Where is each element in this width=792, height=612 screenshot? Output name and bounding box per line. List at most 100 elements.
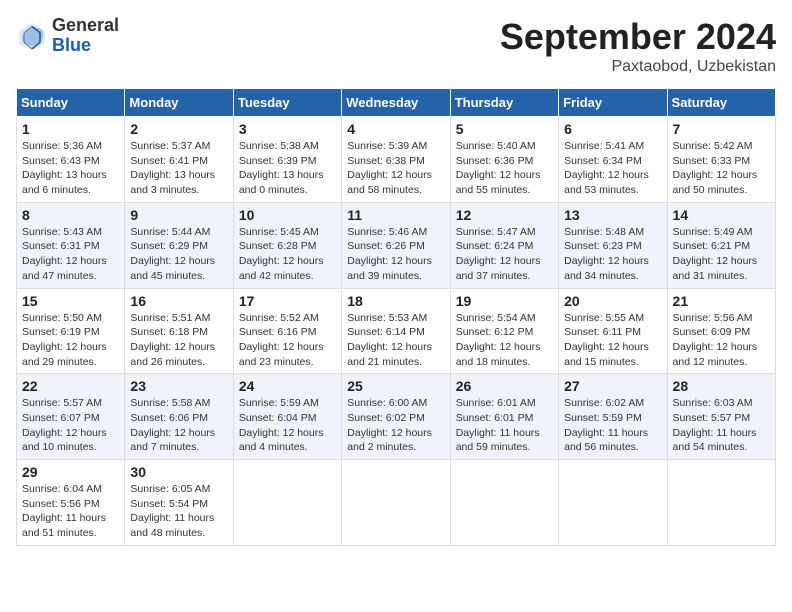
title-area: September 2024 Paxtaobod, Uzbekistan bbox=[500, 16, 776, 76]
day-info: Sunrise: 5:59 AM Sunset: 6:04 PM Dayligh… bbox=[239, 396, 336, 455]
sunrise-text: Sunrise: 5:38 AM bbox=[239, 139, 336, 154]
sunset-text: Sunset: 6:07 PM bbox=[22, 411, 119, 426]
sunset-text: Sunset: 6:41 PM bbox=[130, 154, 227, 169]
header-row: Sunday Monday Tuesday Wednesday Thursday… bbox=[17, 89, 776, 117]
day-number: 30 bbox=[130, 464, 227, 480]
calendar-week-1: 1 Sunrise: 5:36 AM Sunset: 6:43 PM Dayli… bbox=[17, 117, 776, 203]
logo-text: General Blue bbox=[52, 16, 119, 56]
logo-general: General bbox=[52, 16, 119, 36]
day-info: Sunrise: 5:48 AM Sunset: 6:23 PM Dayligh… bbox=[564, 225, 661, 284]
sunset-text: Sunset: 6:06 PM bbox=[130, 411, 227, 426]
sunrise-text: Sunrise: 6:01 AM bbox=[456, 396, 553, 411]
sunset-text: Sunset: 5:56 PM bbox=[22, 497, 119, 512]
sunrise-text: Sunrise: 5:45 AM bbox=[239, 225, 336, 240]
daylight-text: Daylight: 12 hours and 18 minutes. bbox=[456, 340, 553, 369]
sunrise-text: Sunrise: 5:54 AM bbox=[456, 311, 553, 326]
day-info: Sunrise: 6:00 AM Sunset: 6:02 PM Dayligh… bbox=[347, 396, 444, 455]
calendar-cell: 5 Sunrise: 5:40 AM Sunset: 6:36 PM Dayli… bbox=[450, 117, 558, 203]
day-info: Sunrise: 6:01 AM Sunset: 6:01 PM Dayligh… bbox=[456, 396, 553, 455]
calendar-cell: 17 Sunrise: 5:52 AM Sunset: 6:16 PM Dayl… bbox=[233, 288, 341, 374]
daylight-text: Daylight: 12 hours and 31 minutes. bbox=[673, 254, 770, 283]
calendar-cell: 14 Sunrise: 5:49 AM Sunset: 6:21 PM Dayl… bbox=[667, 202, 775, 288]
day-number: 17 bbox=[239, 293, 336, 309]
col-sunday: Sunday bbox=[17, 89, 125, 117]
daylight-text: Daylight: 12 hours and 15 minutes. bbox=[564, 340, 661, 369]
sunrise-text: Sunrise: 5:42 AM bbox=[673, 139, 770, 154]
day-info: Sunrise: 5:43 AM Sunset: 6:31 PM Dayligh… bbox=[22, 225, 119, 284]
sunrise-text: Sunrise: 5:43 AM bbox=[22, 225, 119, 240]
sunset-text: Sunset: 6:34 PM bbox=[564, 154, 661, 169]
sunrise-text: Sunrise: 5:52 AM bbox=[239, 311, 336, 326]
daylight-text: Daylight: 12 hours and 55 minutes. bbox=[456, 168, 553, 197]
sunset-text: Sunset: 6:09 PM bbox=[673, 325, 770, 340]
calendar-week-2: 8 Sunrise: 5:43 AM Sunset: 6:31 PM Dayli… bbox=[17, 202, 776, 288]
sunrise-text: Sunrise: 5:51 AM bbox=[130, 311, 227, 326]
daylight-text: Daylight: 13 hours and 0 minutes. bbox=[239, 168, 336, 197]
sunset-text: Sunset: 6:04 PM bbox=[239, 411, 336, 426]
day-number: 4 bbox=[347, 121, 444, 137]
sunset-text: Sunset: 5:57 PM bbox=[673, 411, 770, 426]
calendar-cell: 13 Sunrise: 5:48 AM Sunset: 6:23 PM Dayl… bbox=[559, 202, 667, 288]
daylight-text: Daylight: 12 hours and 58 minutes. bbox=[347, 168, 444, 197]
calendar-cell: 22 Sunrise: 5:57 AM Sunset: 6:07 PM Dayl… bbox=[17, 374, 125, 460]
calendar-cell: 16 Sunrise: 5:51 AM Sunset: 6:18 PM Dayl… bbox=[125, 288, 233, 374]
calendar-cell: 3 Sunrise: 5:38 AM Sunset: 6:39 PM Dayli… bbox=[233, 117, 341, 203]
day-info: Sunrise: 5:40 AM Sunset: 6:36 PM Dayligh… bbox=[456, 139, 553, 198]
calendar-cell: 11 Sunrise: 5:46 AM Sunset: 6:26 PM Dayl… bbox=[342, 202, 450, 288]
sunrise-text: Sunrise: 6:00 AM bbox=[347, 396, 444, 411]
sunrise-text: Sunrise: 6:04 AM bbox=[22, 482, 119, 497]
sunset-text: Sunset: 6:21 PM bbox=[673, 239, 770, 254]
day-info: Sunrise: 5:49 AM Sunset: 6:21 PM Dayligh… bbox=[673, 225, 770, 284]
sunset-text: Sunset: 6:38 PM bbox=[347, 154, 444, 169]
calendar-week-3: 15 Sunrise: 5:50 AM Sunset: 6:19 PM Dayl… bbox=[17, 288, 776, 374]
sunrise-text: Sunrise: 5:53 AM bbox=[347, 311, 444, 326]
day-info: Sunrise: 5:38 AM Sunset: 6:39 PM Dayligh… bbox=[239, 139, 336, 198]
daylight-text: Daylight: 12 hours and 42 minutes. bbox=[239, 254, 336, 283]
sunset-text: Sunset: 6:19 PM bbox=[22, 325, 119, 340]
sunset-text: Sunset: 6:02 PM bbox=[347, 411, 444, 426]
day-info: Sunrise: 5:50 AM Sunset: 6:19 PM Dayligh… bbox=[22, 311, 119, 370]
sunset-text: Sunset: 6:24 PM bbox=[456, 239, 553, 254]
daylight-text: Daylight: 13 hours and 6 minutes. bbox=[22, 168, 119, 197]
calendar-cell: 7 Sunrise: 5:42 AM Sunset: 6:33 PM Dayli… bbox=[667, 117, 775, 203]
day-number: 8 bbox=[22, 207, 119, 223]
daylight-text: Daylight: 11 hours and 51 minutes. bbox=[22, 511, 119, 540]
calendar-week-4: 22 Sunrise: 5:57 AM Sunset: 6:07 PM Dayl… bbox=[17, 374, 776, 460]
day-info: Sunrise: 5:55 AM Sunset: 6:11 PM Dayligh… bbox=[564, 311, 661, 370]
day-number: 28 bbox=[673, 378, 770, 394]
sunset-text: Sunset: 6:23 PM bbox=[564, 239, 661, 254]
sunset-text: Sunset: 6:29 PM bbox=[130, 239, 227, 254]
calendar-cell: 21 Sunrise: 5:56 AM Sunset: 6:09 PM Dayl… bbox=[667, 288, 775, 374]
day-info: Sunrise: 5:47 AM Sunset: 6:24 PM Dayligh… bbox=[456, 225, 553, 284]
sunset-text: Sunset: 5:54 PM bbox=[130, 497, 227, 512]
day-number: 7 bbox=[673, 121, 770, 137]
calendar-cell bbox=[233, 460, 341, 546]
col-thursday: Thursday bbox=[450, 89, 558, 117]
calendar-cell bbox=[342, 460, 450, 546]
day-info: Sunrise: 6:03 AM Sunset: 5:57 PM Dayligh… bbox=[673, 396, 770, 455]
daylight-text: Daylight: 12 hours and 50 minutes. bbox=[673, 168, 770, 197]
sunset-text: Sunset: 6:11 PM bbox=[564, 325, 661, 340]
daylight-text: Daylight: 12 hours and 45 minutes. bbox=[130, 254, 227, 283]
sunrise-text: Sunrise: 5:48 AM bbox=[564, 225, 661, 240]
sunset-text: Sunset: 5:59 PM bbox=[564, 411, 661, 426]
sunset-text: Sunset: 6:43 PM bbox=[22, 154, 119, 169]
day-info: Sunrise: 5:51 AM Sunset: 6:18 PM Dayligh… bbox=[130, 311, 227, 370]
day-number: 29 bbox=[22, 464, 119, 480]
day-number: 14 bbox=[673, 207, 770, 223]
month-title: September 2024 bbox=[500, 16, 776, 58]
day-number: 6 bbox=[564, 121, 661, 137]
day-info: Sunrise: 5:42 AM Sunset: 6:33 PM Dayligh… bbox=[673, 139, 770, 198]
daylight-text: Daylight: 12 hours and 10 minutes. bbox=[22, 426, 119, 455]
day-info: Sunrise: 5:53 AM Sunset: 6:14 PM Dayligh… bbox=[347, 311, 444, 370]
calendar-cell: 9 Sunrise: 5:44 AM Sunset: 6:29 PM Dayli… bbox=[125, 202, 233, 288]
sunrise-text: Sunrise: 5:37 AM bbox=[130, 139, 227, 154]
day-info: Sunrise: 5:41 AM Sunset: 6:34 PM Dayligh… bbox=[564, 139, 661, 198]
daylight-text: Daylight: 12 hours and 7 minutes. bbox=[130, 426, 227, 455]
col-wednesday: Wednesday bbox=[342, 89, 450, 117]
sunrise-text: Sunrise: 5:49 AM bbox=[673, 225, 770, 240]
day-info: Sunrise: 5:37 AM Sunset: 6:41 PM Dayligh… bbox=[130, 139, 227, 198]
sunset-text: Sunset: 6:12 PM bbox=[456, 325, 553, 340]
day-number: 20 bbox=[564, 293, 661, 309]
day-info: Sunrise: 5:45 AM Sunset: 6:28 PM Dayligh… bbox=[239, 225, 336, 284]
